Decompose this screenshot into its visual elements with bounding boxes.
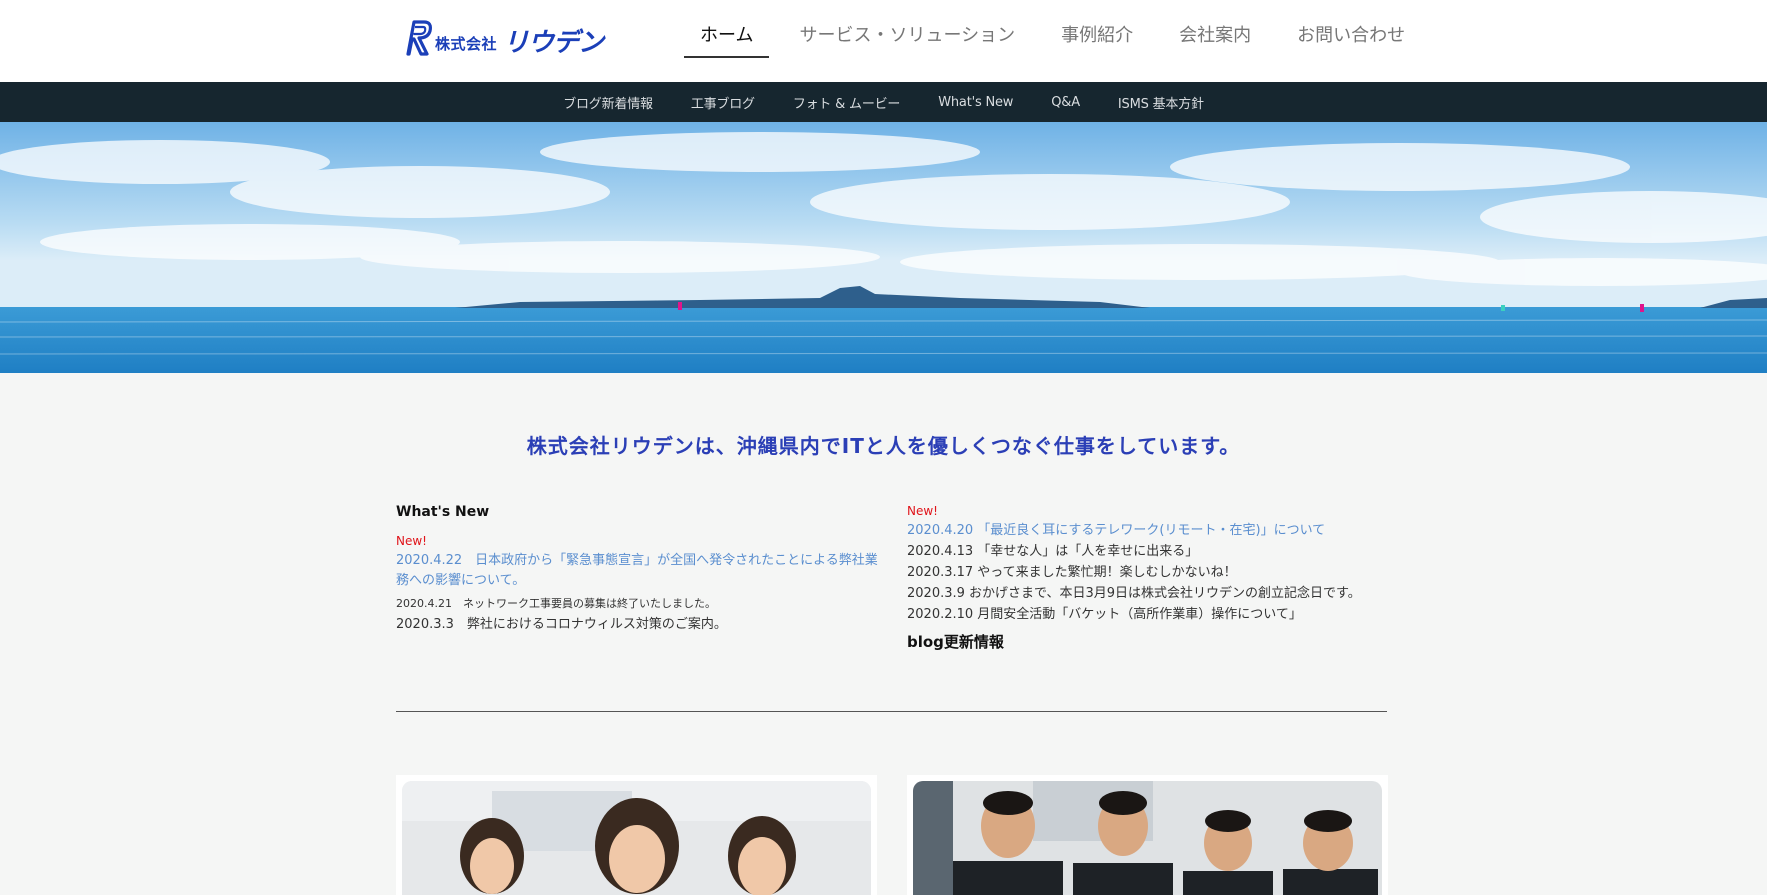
blog-link-featured[interactable]: 2020.4.20 「最近良く耳にするテレワーク(リモート・在宅)」について — [907, 521, 1391, 541]
new-badge: New! — [396, 534, 427, 548]
news-item[interactable]: 2020.4.21 ネットワーク工事要員の募集は終了いたしました。 — [396, 593, 880, 614]
hero-banner-image — [0, 122, 1767, 373]
staff-photo-women[interactable] — [396, 775, 877, 895]
section-divider — [396, 711, 1387, 712]
blog-section: New! 2020.4.20 「最近良く耳にするテレワーク(リモート・在宅)」に… — [907, 504, 1391, 652]
subnav-isms[interactable]: ISMS 基本方針 — [1118, 93, 1204, 112]
new-badge: New! — [907, 504, 938, 518]
logo-text-small: 株式会社 — [435, 34, 498, 53]
nav-home[interactable]: ホーム — [684, 18, 770, 58]
blog-item[interactable]: 2020.2.10 月間安全活動「バケット（高所作業車）操作について」 — [907, 604, 1391, 625]
news-item[interactable]: 2020.3.3 弊社におけるコロナウィルス対策のご案内。 — [396, 614, 880, 635]
site-header: 株式会社 リウデン ホーム サービス・ソリューション 事例紹介 会社案内 お問い… — [0, 0, 1767, 82]
subnav-photo-movie[interactable]: フォト & ムービー — [793, 93, 901, 112]
blog-update-title: blog更新情報 — [907, 633, 1004, 651]
nav-services[interactable]: サービス・ソリューション — [783, 18, 1031, 58]
main-nav: ホーム サービス・ソリューション 事例紹介 会社案内 お問い合わせ — [684, 18, 1435, 58]
subnav-whats-new[interactable]: What's New — [938, 95, 1013, 110]
company-logo[interactable]: 株式会社 リウデン — [402, 18, 604, 58]
staff-photo-men[interactable] — [907, 775, 1388, 895]
r-logo-icon — [406, 20, 432, 56]
blog-item[interactable]: 2020.3.9 おかげさまで、本日3月9日は株式会社リウデンの創立記念日です。 — [907, 583, 1391, 604]
subnav-blog-news[interactable]: ブログ新着情報 — [563, 93, 653, 112]
whats-new-section: What's New New! 2020.4.22 日本政府から「緊急事態宣言」… — [396, 504, 880, 635]
subnav-construction-blog[interactable]: 工事ブログ — [691, 93, 755, 112]
subnav-qa[interactable]: Q&A — [1051, 95, 1080, 110]
whats-new-title: What's New — [396, 504, 490, 520]
nav-cases[interactable]: 事例紹介 — [1045, 18, 1149, 58]
news-link-featured[interactable]: 2020.4.22 日本政府から「緊急事態宣言」が全国へ発令されたことによる弊社… — [396, 551, 880, 591]
nav-contact[interactable]: お問い合わせ — [1281, 18, 1421, 58]
blog-item[interactable]: 2020.3.17 やって来ました繁忙期！楽しむしかないね！ — [907, 562, 1391, 583]
company-tagline: 株式会社リウデンは、沖縄県内でITと人を優しくつなぐ仕事をしています。 — [526, 434, 1241, 458]
nav-company[interactable]: 会社案内 — [1163, 18, 1267, 58]
sub-nav: ブログ新着情報 工事ブログ フォト & ムービー What's New Q&A … — [0, 82, 1767, 122]
logo-text-big: リウデン — [503, 27, 604, 58]
blog-item[interactable]: 2020.4.13 「幸せな人」は「人を幸せに出来る」 — [907, 541, 1391, 562]
